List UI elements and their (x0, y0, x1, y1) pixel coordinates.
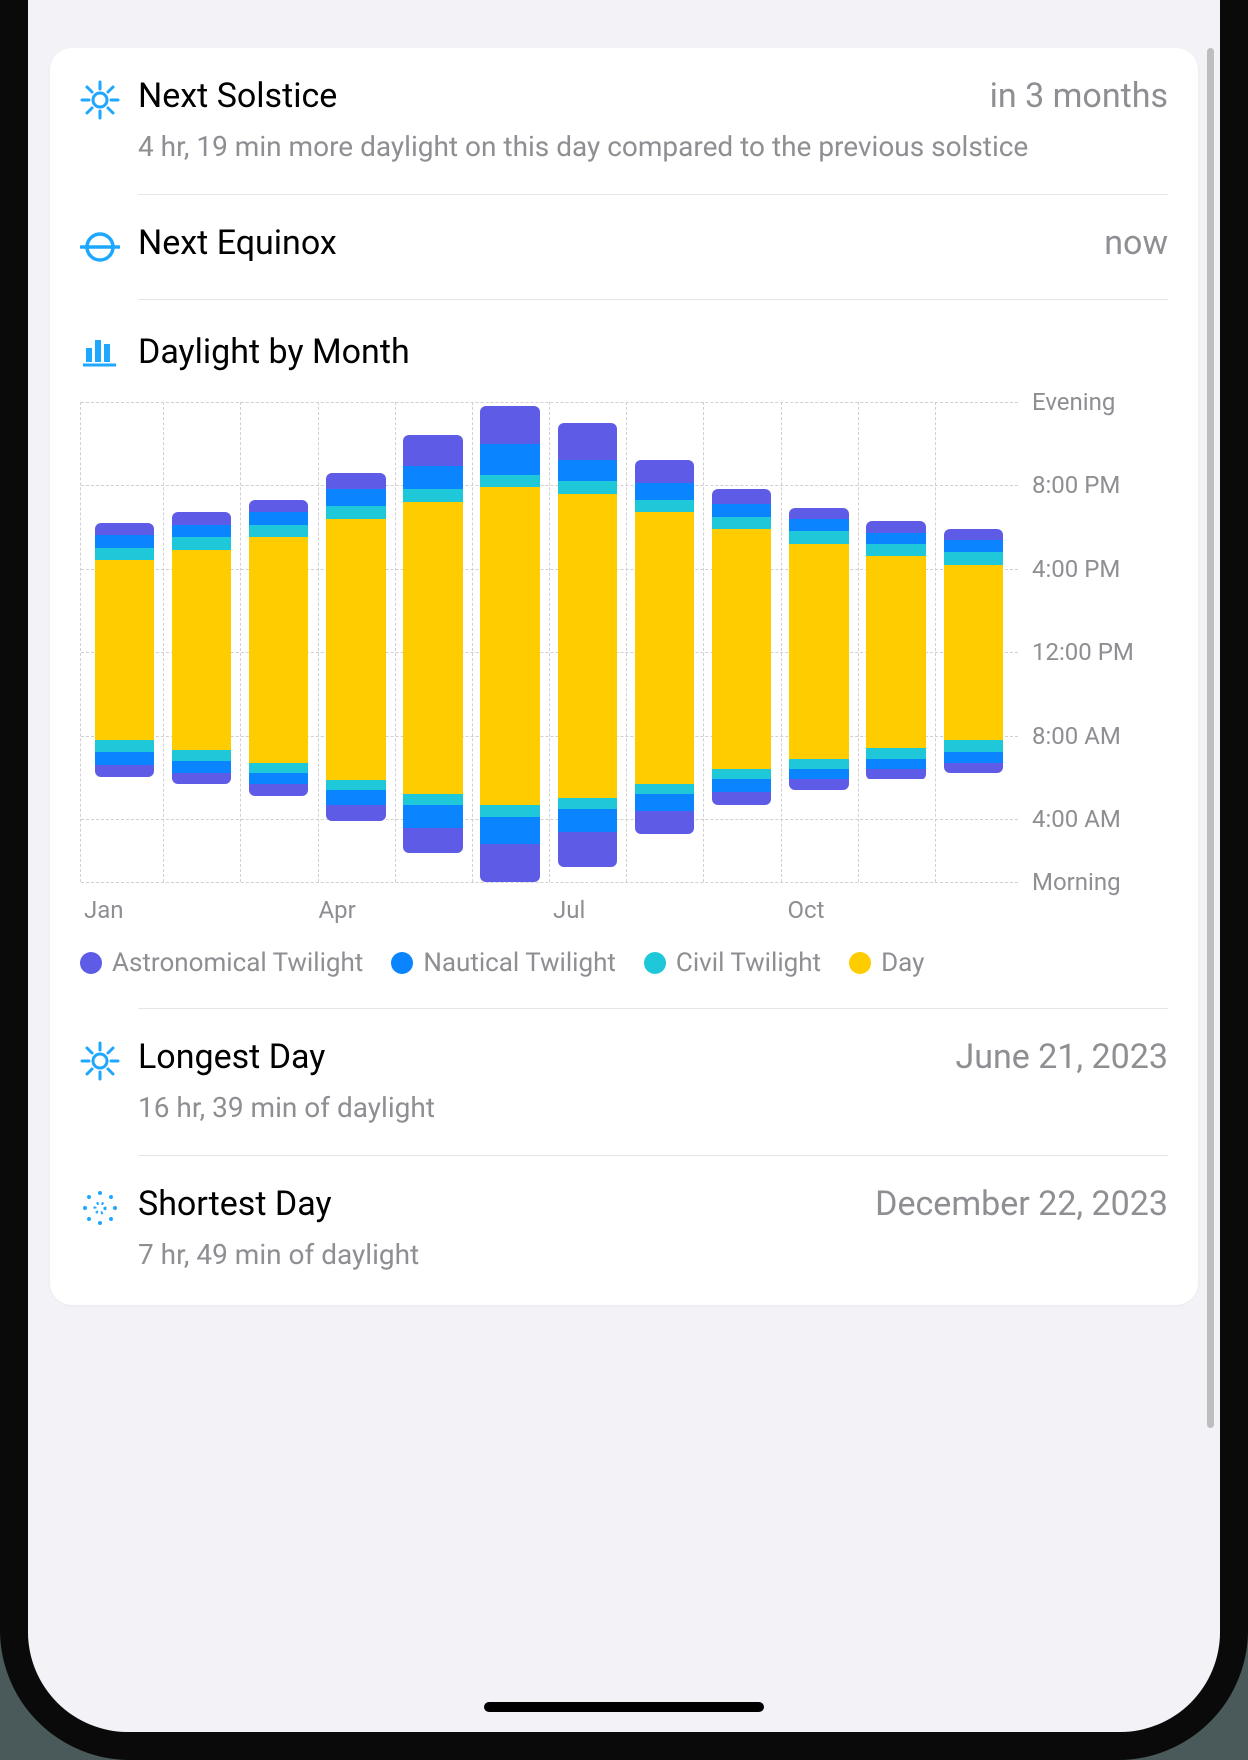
shortest-date: December 22, 2023 (875, 1184, 1168, 1224)
solstice-title: Next Solstice (138, 76, 337, 116)
solstice-subtitle: 4 hr, 19 min more daylight on this day c… (138, 128, 1168, 166)
longest-date: June 21, 2023 (955, 1037, 1168, 1077)
row-next-solstice[interactable]: Next Solstice in 3 months 4 hr, 19 min m… (80, 48, 1168, 194)
row-shortest-day[interactable]: Shortest Day December 22, 2023 7 hr, 49 … (80, 1156, 1168, 1306)
equinox-when: now (1104, 223, 1168, 263)
daylight-chart-section: Daylight by Month Evening 8:00 PM 4:00 PM 1… (80, 300, 1168, 1008)
bar-sep (704, 402, 781, 882)
bar-oct (782, 402, 859, 882)
equinox-icon (80, 223, 138, 271)
bar-may (396, 402, 473, 882)
row-next-equinox[interactable]: Next Equinox now (80, 195, 1168, 299)
shortest-subtitle: 7 hr, 49 min of daylight (138, 1236, 1168, 1274)
solstice-when: in 3 months (990, 76, 1168, 116)
legend-day: Day (849, 948, 924, 978)
x-axis-label: Jul (549, 896, 627, 924)
y-axis-label: Morning (1032, 868, 1121, 896)
bar-dec (936, 402, 1012, 882)
bar-nov (859, 402, 936, 882)
chart-title: Daylight by Month (138, 332, 410, 372)
legend-nautical: Nautical Twilight (391, 948, 616, 978)
y-axis-label: 8:00 PM (1032, 471, 1120, 499)
y-axis-label: 4:00 AM (1032, 805, 1121, 833)
home-indicator[interactable] (484, 1702, 764, 1712)
phone-frame: Next Solstice in 3 months 4 hr, 19 min m… (0, 0, 1248, 1760)
y-axis-label: 12:00 PM (1032, 638, 1134, 666)
x-axis-label: Oct (784, 896, 862, 924)
longest-title: Longest Day (138, 1037, 325, 1077)
bar-jan (87, 402, 164, 882)
chart-legend: Astronomical Twilight Nautical Twilight … (80, 948, 1168, 978)
sun-small-icon (80, 1184, 138, 1232)
bar-aug (627, 402, 704, 882)
longest-subtitle: 16 hr, 39 min of daylight (138, 1089, 1168, 1127)
bar-jun (473, 402, 550, 882)
screen: Next Solstice in 3 months 4 hr, 19 min m… (28, 0, 1220, 1732)
scroll-indicator[interactable] (1207, 48, 1214, 1428)
sun-large-icon (80, 1037, 138, 1085)
shortest-title: Shortest Day (138, 1184, 332, 1224)
x-axis-label: Apr (315, 896, 393, 924)
y-axis-label: 4:00 PM (1032, 555, 1120, 583)
bar-chart-icon (80, 328, 138, 376)
y-axis-label: Evening (1032, 388, 1115, 416)
daylight-chart: Evening8:00 PM4:00 PM12:00 PM8:00 AM4:00… (80, 402, 1168, 882)
chart-x-axis: Jan..Apr..Jul..Oct.. (80, 896, 1168, 924)
x-axis-label: Jan (80, 896, 158, 924)
legend-civil: Civil Twilight (644, 948, 821, 978)
bar-feb (164, 402, 241, 882)
bar-jul (550, 402, 627, 882)
sun-icon (80, 76, 138, 124)
bar-apr (319, 402, 396, 882)
y-axis-label: 8:00 AM (1032, 722, 1121, 750)
equinox-title: Next Equinox (138, 223, 337, 263)
legend-astro: Astronomical Twilight (80, 948, 363, 978)
row-longest-day[interactable]: Longest Day June 21, 2023 16 hr, 39 min … (80, 1009, 1168, 1155)
info-card: Next Solstice in 3 months 4 hr, 19 min m… (50, 48, 1198, 1305)
bar-mar (241, 402, 318, 882)
